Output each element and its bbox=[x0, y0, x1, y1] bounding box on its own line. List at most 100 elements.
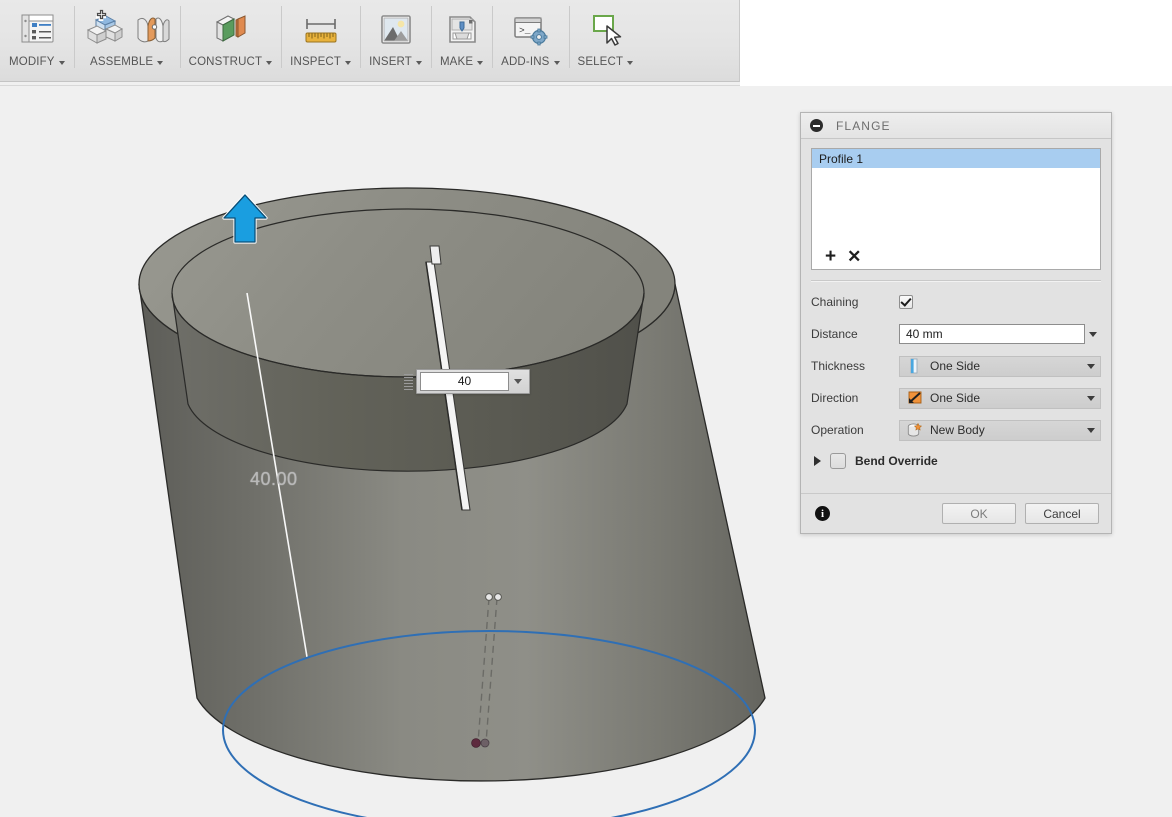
distance-dropdown-caret[interactable] bbox=[1085, 332, 1101, 337]
dialog-title: FLANGE bbox=[836, 119, 891, 133]
chevron-down-icon bbox=[416, 61, 422, 65]
toolbar-label-construct[interactable]: CONSTRUCT bbox=[180, 51, 282, 73]
row-chaining: Chaining bbox=[811, 291, 1101, 313]
toolbar-group-construct[interactable]: CONSTRUCT bbox=[180, 0, 282, 81]
select-cursor-icon[interactable] bbox=[584, 8, 626, 50]
dialog-body: Profile 1 + ✕ Chaining Distance 40 mm Th… bbox=[801, 139, 1111, 471]
bend-override-label: Bend Override bbox=[855, 454, 938, 468]
insert-image-icon[interactable] bbox=[375, 8, 417, 50]
make-3dprint-icon[interactable] bbox=[441, 8, 483, 50]
list-item[interactable]: Profile 1 bbox=[812, 149, 1100, 168]
make-text: MAKE bbox=[440, 51, 473, 73]
dialog-footer: i OK Cancel bbox=[801, 493, 1111, 533]
bend-override-checkbox[interactable] bbox=[830, 453, 846, 469]
chevron-down-icon bbox=[266, 61, 272, 65]
profile-item-label: Profile 1 bbox=[819, 152, 863, 166]
row-operation: Operation New Body bbox=[811, 419, 1101, 441]
row-thickness: Thickness One Side bbox=[811, 355, 1101, 377]
collapse-minus-icon[interactable] bbox=[810, 119, 823, 132]
dimension-drag-grip[interactable] bbox=[404, 374, 413, 390]
direction-value: One Side bbox=[930, 391, 1087, 405]
distance-input[interactable]: 40 mm bbox=[899, 324, 1085, 344]
construct-plane-icon[interactable] bbox=[209, 8, 251, 50]
toolbar-label-assemble[interactable]: ASSEMBLE bbox=[81, 51, 172, 73]
modify-text: MODIFY bbox=[9, 51, 55, 73]
thickness-label: Thickness bbox=[811, 359, 899, 373]
dimension-dropdown-caret[interactable] bbox=[509, 372, 526, 391]
ruler-measure-icon[interactable] bbox=[299, 8, 343, 50]
chevron-down-icon bbox=[627, 61, 633, 65]
addins-text: ADD-INS bbox=[501, 51, 549, 73]
operation-label: Operation bbox=[811, 423, 899, 437]
toolbar-label-addins[interactable]: ADD-INS bbox=[492, 51, 568, 73]
operation-value: New Body bbox=[930, 423, 1087, 437]
add-selection-button[interactable]: + bbox=[825, 249, 836, 265]
addins-icons: >_ bbox=[500, 6, 560, 51]
cancel-button[interactable]: Cancel bbox=[1025, 503, 1099, 524]
chevron-down-icon bbox=[1087, 428, 1095, 433]
assemble-text: ASSEMBLE bbox=[90, 51, 153, 73]
toolbar-label-make[interactable]: MAKE bbox=[431, 51, 492, 73]
toolbar-group-addins[interactable]: >_ ADD-INS bbox=[492, 0, 568, 81]
main-toolbar: MODIFY bbox=[0, 0, 740, 82]
expand-triangle-icon[interactable] bbox=[814, 456, 821, 466]
chevron-down-icon bbox=[554, 61, 560, 65]
select-text: SELECT bbox=[578, 51, 624, 73]
direction-one-side-icon bbox=[906, 390, 923, 406]
row-bend-override[interactable]: Bend Override bbox=[811, 451, 1101, 471]
chevron-down-icon bbox=[157, 61, 163, 65]
toolbar-group-make[interactable]: MAKE bbox=[431, 0, 492, 81]
chevron-down-icon bbox=[477, 61, 483, 65]
svg-text:>_: >_ bbox=[519, 25, 531, 36]
distance-label: Distance bbox=[811, 327, 899, 341]
profile-selection-list[interactable]: Profile 1 + ✕ bbox=[811, 148, 1101, 270]
row-distance: Distance 40 mm bbox=[811, 323, 1101, 345]
thickness-value: One Side bbox=[930, 359, 1087, 373]
operation-select[interactable]: New Body bbox=[899, 420, 1101, 441]
remove-selection-button[interactable]: ✕ bbox=[847, 249, 861, 265]
new-body-icon bbox=[906, 422, 923, 438]
joint-icon[interactable] bbox=[130, 8, 172, 50]
inspect-text: INSPECT bbox=[290, 51, 341, 73]
toolbar-label-insert[interactable]: INSERT bbox=[360, 51, 431, 73]
assemble-blocks-icon[interactable] bbox=[82, 8, 124, 50]
addins-script-icon[interactable]: >_ bbox=[508, 8, 552, 50]
assemble-icons bbox=[74, 6, 180, 51]
dialog-header[interactable]: FLANGE bbox=[801, 113, 1111, 139]
thickness-one-side-icon bbox=[906, 358, 923, 374]
chevron-down-icon bbox=[1087, 396, 1095, 401]
modify-icons bbox=[8, 6, 66, 51]
chaining-label: Chaining bbox=[811, 295, 899, 309]
dialog-divider bbox=[811, 280, 1101, 282]
modify-list-icon[interactable] bbox=[16, 8, 58, 50]
toolbar-label-select[interactable]: SELECT bbox=[569, 51, 643, 73]
row-direction: Direction One Side bbox=[811, 387, 1101, 409]
chevron-down-icon bbox=[345, 61, 351, 65]
profile-list-tools: + ✕ bbox=[812, 249, 861, 265]
toolbar-group-inspect[interactable]: INSPECT bbox=[281, 0, 360, 81]
insert-text: INSERT bbox=[369, 51, 412, 73]
info-icon[interactable]: i bbox=[815, 506, 830, 521]
thickness-select[interactable]: One Side bbox=[899, 356, 1101, 377]
make-icons bbox=[433, 6, 491, 51]
inspect-icons bbox=[291, 6, 351, 51]
construct-icons bbox=[201, 6, 259, 51]
direction-select[interactable]: One Side bbox=[899, 388, 1101, 409]
toolbar-group-modify[interactable]: MODIFY bbox=[0, 0, 74, 81]
dimension-input[interactable]: 40 bbox=[420, 372, 509, 391]
chevron-down-icon bbox=[59, 61, 65, 65]
direction-label: Direction bbox=[811, 391, 899, 405]
dimension-input-box[interactable]: 40 bbox=[416, 369, 530, 394]
flange-dialog[interactable]: FLANGE Profile 1 + ✕ Chaining Distance 4… bbox=[800, 112, 1112, 534]
dimension-value-label: 40.00 bbox=[250, 469, 298, 490]
toolbar-group-assemble[interactable]: ASSEMBLE bbox=[74, 0, 180, 81]
toolbar-label-modify[interactable]: MODIFY bbox=[0, 51, 74, 73]
insert-icons bbox=[367, 6, 425, 51]
toolbar-label-inspect[interactable]: INSPECT bbox=[281, 51, 360, 73]
toolbar-group-insert[interactable]: INSERT bbox=[360, 0, 431, 81]
chaining-checkbox[interactable] bbox=[899, 295, 913, 309]
ok-button[interactable]: OK bbox=[942, 503, 1016, 524]
chevron-down-icon bbox=[1087, 364, 1095, 369]
construct-text: CONSTRUCT bbox=[189, 51, 263, 73]
toolbar-group-select[interactable]: SELECT bbox=[569, 0, 643, 81]
